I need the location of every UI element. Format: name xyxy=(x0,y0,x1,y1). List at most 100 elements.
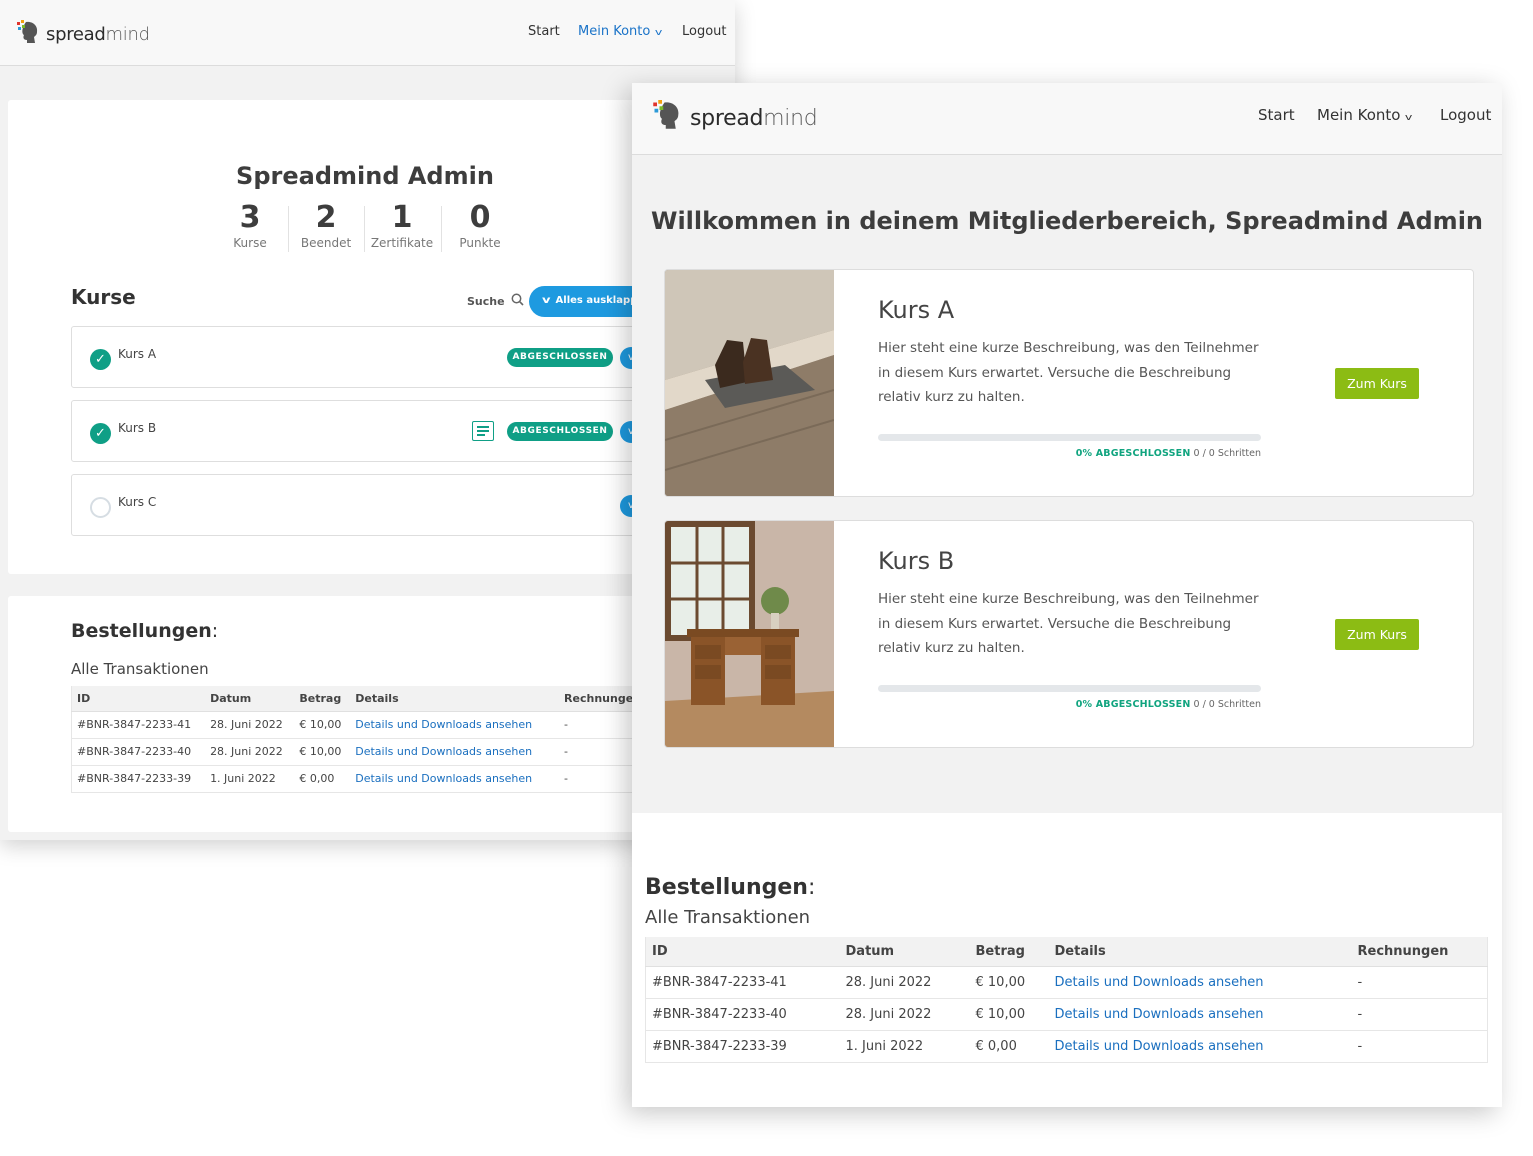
order-invoice: - xyxy=(559,765,641,793)
column-header: Datum xyxy=(839,937,970,967)
order-id: #BNR-3847-2233-41 xyxy=(645,966,840,999)
orders-table: ID Datum Betrag Details Rechnungen #BNR-… xyxy=(645,937,1488,1063)
progress-text: 0% ABGESCHLOSSEN 0 / 0 Schritten xyxy=(878,448,1261,459)
order-details-link[interactable]: Details und Downloads ansehen xyxy=(1048,1030,1352,1063)
column-header: ID xyxy=(645,937,840,967)
order-invoice: - xyxy=(1351,1030,1488,1063)
logo-text-light: mind xyxy=(763,105,818,131)
orders-subheading: Alle Transaktionen xyxy=(71,660,209,678)
stat-kurse: 3 Kurse xyxy=(212,200,288,250)
stat-punkte: 0 Punkte xyxy=(442,200,518,250)
welcome-heading: Willkommen in deinem Mitgliederbereich, … xyxy=(650,207,1484,235)
course-title: Kurs B xyxy=(878,547,955,575)
nav-mein-konto-label: Mein Konto xyxy=(578,24,651,39)
empty-circle-icon xyxy=(90,497,111,518)
nav-logout[interactable]: Logout xyxy=(682,24,727,39)
column-header: Rechnungen xyxy=(1351,937,1488,967)
order-details-link[interactable]: Details und Downloads ansehen xyxy=(350,711,560,739)
progress-bar xyxy=(878,685,1261,692)
course-row-kurs-c[interactable]: Kurs C v xyxy=(71,474,671,536)
course-row-kurs-a[interactable]: ✓ Kurs A ABGESCHLOSSEN v xyxy=(71,326,671,388)
order-details-link[interactable]: Details und Downloads ansehen xyxy=(350,738,560,766)
progress-label: 0% ABGESCHLOSSEN xyxy=(1075,699,1191,710)
nav-mein-konto[interactable]: Mein Konto v xyxy=(578,24,663,39)
nav-start[interactable]: Start xyxy=(528,24,560,39)
column-header: Betrag xyxy=(294,686,351,712)
top-navbar: spreadmind Start Mein Konto v Logout xyxy=(0,0,735,66)
course-row-kurs-b[interactable]: ✓ Kurs B ABGESCHLOSSEN v xyxy=(71,400,671,462)
order-details-link[interactable]: Details und Downloads ansehen xyxy=(350,765,560,793)
course-card-kurs-b: Kurs B Hier steht eine kurze Beschreibun… xyxy=(664,520,1474,748)
table-row: #BNR-3847-2233-39 1. Juni 2022 € 0,00 De… xyxy=(645,1030,1488,1063)
profile-name: Spreadmind Admin xyxy=(236,162,494,190)
order-details-link[interactable]: Details und Downloads ansehen xyxy=(1048,966,1352,999)
order-date: 28. Juni 2022 xyxy=(839,966,970,999)
course-image-boots[interactable] xyxy=(665,270,834,496)
status-badge: ABGESCHLOSSEN xyxy=(507,422,613,441)
spreadmind-head-icon xyxy=(653,100,679,129)
order-date: 1. Juni 2022 xyxy=(205,765,295,793)
order-id: #BNR-3847-2233-39 xyxy=(645,1030,840,1063)
course-description: Hier steht eine kurze Beschreibung, was … xyxy=(878,340,1259,405)
progress-steps: 0 / 0 Schritten xyxy=(1193,699,1261,710)
order-invoice: - xyxy=(559,711,641,739)
order-amount: € 0,00 xyxy=(969,1030,1049,1063)
course-name: Kurs A xyxy=(118,347,157,361)
nav-logout[interactable]: Logout xyxy=(1440,106,1491,124)
chevron-down-icon: v xyxy=(1405,113,1413,123)
status-badge: ABGESCHLOSSEN xyxy=(507,348,613,367)
logo-text-light: mind xyxy=(105,23,150,45)
progress-steps: 0 / 0 Schritten xyxy=(1193,448,1261,459)
table-header-row: ID Datum Betrag Details Rechnungen xyxy=(71,686,641,712)
table-header-row: ID Datum Betrag Details Rechnungen xyxy=(645,937,1488,967)
order-id: #BNR-3847-2233-41 xyxy=(71,711,206,739)
zum-kurs-button[interactable]: Zum Kurs xyxy=(1335,368,1419,399)
spreadmind-logo[interactable]: spreadmind xyxy=(16,19,150,45)
search-icon xyxy=(511,293,524,306)
certificate-icon[interactable] xyxy=(472,421,494,441)
order-date: 28. Juni 2022 xyxy=(205,711,295,739)
order-amount: € 10,00 xyxy=(294,738,351,766)
table-row: #BNR-3847-2233-40 28. Juni 2022 € 10,00 … xyxy=(71,738,641,766)
logo-text-bold: spread xyxy=(690,105,764,131)
orders-heading-text: Bestellungen xyxy=(71,620,212,642)
check-circle-icon: ✓ xyxy=(90,423,111,444)
stat-value: 1 xyxy=(391,200,413,235)
table-row: #BNR-3847-2233-40 28. Juni 2022 € 10,00 … xyxy=(645,998,1488,1031)
orders-heading-colon: : xyxy=(807,875,816,900)
stat-value: 2 xyxy=(315,200,337,235)
zum-kurs-button[interactable]: Zum Kurs xyxy=(1335,619,1419,650)
logo-text-bold: spread xyxy=(46,23,106,45)
progress-label: 0% ABGESCHLOSSEN xyxy=(1075,448,1191,459)
column-header: ID xyxy=(71,686,206,712)
column-header: Betrag xyxy=(969,937,1049,967)
column-header: Rechnungen xyxy=(559,686,641,712)
nav-mein-konto-label: Mein Konto xyxy=(1317,106,1401,124)
stat-label: Beendet xyxy=(300,236,352,250)
orders-subheading: Alle Transaktionen xyxy=(645,907,811,928)
order-date: 28. Juni 2022 xyxy=(839,998,970,1031)
order-id: #BNR-3847-2233-40 xyxy=(71,738,206,766)
course-image-desk[interactable] xyxy=(665,521,834,747)
courses-heading: Kurse xyxy=(71,285,136,309)
orders-heading: Bestellungen: xyxy=(71,620,218,642)
progress-bar xyxy=(878,434,1261,441)
stat-value: 3 xyxy=(239,200,261,235)
spreadmind-head-icon xyxy=(17,20,38,43)
search-toggle[interactable]: Suche xyxy=(467,293,524,308)
stat-label: Kurse xyxy=(233,236,267,250)
table-row: #BNR-3847-2233-41 28. Juni 2022 € 10,00 … xyxy=(71,711,641,739)
column-header: Details xyxy=(350,686,560,712)
order-amount: € 10,00 xyxy=(969,966,1049,999)
spreadmind-logo[interactable]: spreadmind xyxy=(652,98,818,132)
order-amount: € 0,00 xyxy=(294,765,351,793)
order-details-link[interactable]: Details und Downloads ansehen xyxy=(1048,998,1352,1031)
nav-mein-konto[interactable]: Mein Konto v xyxy=(1317,106,1413,124)
column-header: Details xyxy=(1048,937,1352,967)
course-name: Kurs C xyxy=(118,495,157,509)
course-card-kurs-a: Kurs A Hier steht eine kurze Beschreibun… xyxy=(664,269,1474,497)
orders-heading: Bestellungen: xyxy=(645,875,815,900)
nav-start[interactable]: Start xyxy=(1258,106,1295,124)
check-circle-icon: ✓ xyxy=(90,349,111,370)
order-invoice: - xyxy=(559,738,641,766)
